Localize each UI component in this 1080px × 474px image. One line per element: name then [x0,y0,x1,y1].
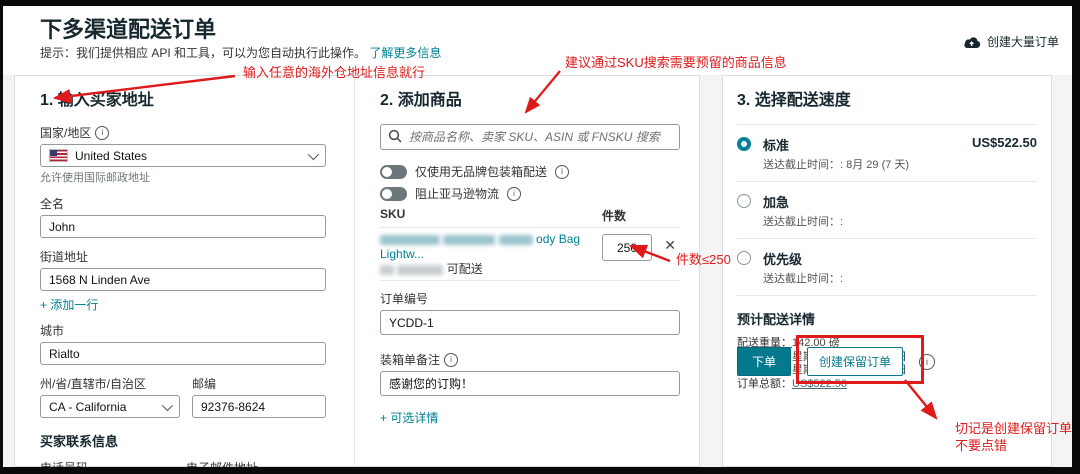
chevron-down-icon [161,399,174,412]
country-value: United States [75,148,148,163]
remove-item-icon[interactable]: ✕ [664,238,676,252]
annotation-sku-tip: 建议通过SKU搜索需要预留的商品信息 [565,55,787,70]
info-icon[interactable]: i [444,352,459,367]
bulk-order-label: 创建大量订单 [987,35,1060,49]
add-line-link[interactable]: + 添加一行 [40,296,98,313]
add-items-section: 2. 添加商品 仅使用无品牌包装箱配送 i 阻止亚马逊物流 i SKU 件数 [380,86,680,427]
info-icon[interactable]: i [555,164,570,179]
qty-column-header: 件数 [602,209,627,223]
redacted-text [380,264,394,275]
shipping-option-priority[interactable]: 优先级 送达截止时间：: [737,239,1037,296]
us-flag-icon [49,149,68,162]
block-mfn-toggle[interactable] [380,186,407,201]
zip-input[interactable] [192,395,326,418]
product-row: ody Bag Lightw... 可配送 250 ✕ [380,232,680,276]
quantity-input[interactable]: 250 [602,234,652,261]
shipping-option-standard[interactable]: 标准 US$522.50 送达截止时间：: 8月 29 (7 天) [737,125,1037,182]
country-select[interactable]: United States [40,144,326,167]
screen-edge [1072,0,1080,474]
shipping-option-expedited[interactable]: 加急 送达截止时间：: [737,182,1037,239]
radio-icon[interactable] [737,194,751,208]
optional-details-link[interactable]: + 可选详情 [380,411,438,425]
packing-note-input[interactable] [380,371,680,396]
place-order-button[interactable]: 下单 [737,347,792,376]
page-subtitle: 提示：我们提供相应 API 和工具，可以为您自动执行此操作。 了解更多信息 [40,44,441,61]
annotation-qty-tip: 件数≤250 [676,252,731,267]
fullname-input[interactable] [40,215,326,238]
blank-box-label: 仅使用无品牌包装箱配送 [415,165,548,179]
option-subtext: 送达截止时间：: 8月 29 (7 天) [763,159,910,171]
cloud-upload-icon [964,36,981,48]
estimate-heading: 预计配送详情 [737,312,816,327]
country-help-text: 允许使用国际邮政地址 [40,172,150,184]
block-mfn-toggle-row: 阻止亚马逊物流 i [380,185,680,202]
chevron-down-icon [307,148,320,161]
zip-label: 邮编 [192,377,217,391]
address-heading: 1. 输入买家地址 [40,92,154,109]
state-select[interactable]: CA - California [40,395,180,418]
redacted-text [380,234,440,245]
buyer-address-section: 1. 输入买家地址 国家/地区 i United States 允许使用国际邮政… [40,86,326,474]
search-icon [388,129,402,143]
redacted-text [443,234,496,245]
mcf-order-page: 下多渠道配送订单 提示：我们提供相应 API 和工具，可以为您自动执行此操作。 … [0,0,1080,474]
option-subtext: 送达截止时间：: [763,216,844,228]
sku-column-header: SKU [380,207,406,221]
option-price: US$522.50 [971,135,1037,150]
order-id-label: 订单编号 [380,292,429,306]
radio-icon[interactable] [737,251,751,265]
packing-note-label: 装箱单备注 i [380,351,680,368]
contact-heading: 买家联系信息 [40,434,119,449]
street-input[interactable] [40,268,326,291]
annotation-hold-tip: 切记是创建保留订单， 不要点错 [955,421,1080,453]
annotation-address-tip: 输入任意的海外仓地址信息就行 [243,65,426,80]
product-search-input[interactable] [380,124,680,150]
state-value: CA - California [49,399,127,414]
state-label: 州/省/直辖市/自治区 [40,377,147,391]
shipping-heading: 3. 选择配送速度 [737,92,851,109]
screen-edge [0,0,1080,6]
block-mfn-label: 阻止亚马逊物流 [415,187,500,201]
fullname-label: 全名 [40,197,65,211]
blank-box-toggle[interactable] [380,164,407,179]
item-table-header: SKU 件数 [380,207,680,223]
annotation-highlight-box [796,335,924,384]
learn-more-link[interactable]: 了解更多信息 [369,46,441,60]
street-label: 街道地址 [40,250,89,264]
subtitle-text: 提示：我们提供相应 API 和工具，可以为您自动执行此操作。 [40,46,367,60]
info-icon[interactable]: i [95,125,110,140]
order-id-input[interactable] [380,310,680,335]
screen-edge [0,0,3,474]
product-status: 可配送 [446,262,483,276]
redacted-text [498,234,533,245]
column-divider [354,75,355,467]
city-label: 城市 [40,324,65,338]
info-icon[interactable]: i [507,186,522,201]
redacted-text [397,264,444,275]
items-heading: 2. 添加商品 [380,92,462,109]
radio-selected-icon[interactable] [737,137,751,151]
screen-edge [0,467,1080,474]
option-subtext: 送达截止时间：: [763,273,844,285]
page-title: 下多渠道配送订单 [40,17,217,42]
product-title-link[interactable]: ody Bag Lightw... 可配送 [380,232,590,277]
country-label: 国家/地区 i [40,124,326,141]
blank-box-toggle-row: 仅使用无品牌包装箱配送 i [380,163,680,180]
city-input[interactable] [40,342,326,365]
bulk-order-button[interactable]: 创建大量订单 [962,33,1059,50]
